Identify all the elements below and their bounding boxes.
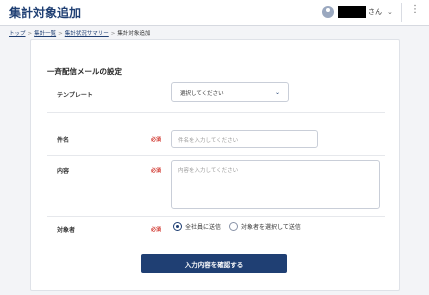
radio-selected-icon[interactable]: [173, 222, 182, 231]
main-content: トップ > 集計一覧 > 集計状況サマリー > 集計対象追加 一斉配信メールの設定 テンプレ…: [0, 26, 429, 295]
avatar-icon: [322, 6, 334, 18]
breadcrumb-separator: >: [58, 31, 63, 37]
form-card: 一斉配信メールの設定 テンプレート 選択してください ⌄ 件名 必須 件名を入力…: [30, 39, 400, 291]
radio-select-recipients[interactable]: 対象者を選択して送信: [229, 222, 301, 231]
confirm-button[interactable]: 入力内容を確認する: [141, 254, 287, 273]
page-title: 集計対象追加: [9, 6, 82, 20]
subject-input[interactable]: 件名を入力してください: [171, 130, 318, 148]
template-select[interactable]: 選択してください ⌄: [171, 82, 289, 102]
required-badge: 必須: [151, 227, 162, 233]
radio-all-employees[interactable]: 全社員に送信: [173, 222, 221, 231]
required-badge: 必須: [151, 137, 162, 143]
radio-all-employees-label: 全社員に送信: [185, 224, 222, 231]
breadcrumb-summary[interactable]: 集計状況サマリー: [65, 31, 109, 37]
template-label: テンプレート: [57, 92, 93, 99]
breadcrumb-top[interactable]: トップ: [9, 31, 26, 37]
target-radio-group: 全社員に送信 対象者を選択して送信: [173, 222, 309, 231]
row-divider: [47, 112, 385, 113]
chevron-down-icon: ⌄: [274, 89, 280, 96]
row-divider: [47, 216, 385, 217]
breadcrumb-separator: >: [110, 31, 116, 37]
user-name-redacted: [338, 6, 366, 18]
required-badge: 必須: [151, 168, 162, 174]
user-suffix: さん: [368, 8, 382, 16]
target-label: 対象者: [57, 227, 76, 234]
breadcrumb-current: 集計対象追加: [117, 31, 151, 37]
header-divider: [401, 3, 402, 22]
section-title: 一斉配信メールの設定: [47, 67, 122, 76]
user-menu[interactable]: さん ⌄: [322, 4, 393, 20]
radio-select-recipients-label: 対象者を選択して送信: [241, 224, 301, 231]
breadcrumb-list[interactable]: 集計一覧: [34, 31, 56, 37]
breadcrumb-separator: >: [27, 31, 33, 37]
radio-unselected-icon[interactable]: [229, 222, 239, 231]
kebab-menu-icon[interactable]: ⋮: [410, 5, 420, 15]
body-label: 内容: [57, 168, 70, 175]
chevron-down-icon[interactable]: ⌄: [387, 8, 393, 16]
subject-label: 件名: [57, 137, 70, 144]
row-divider: [47, 155, 385, 156]
template-selected-value: 選択してください: [180, 91, 224, 97]
breadcrumb: トップ > 集計一覧 > 集計状況サマリー > 集計対象追加: [9, 29, 150, 37]
app-header: 集計対象追加 さん ⌄ ⋮: [0, 0, 429, 26]
body-textarea[interactable]: 内容を入力してください: [171, 160, 380, 209]
